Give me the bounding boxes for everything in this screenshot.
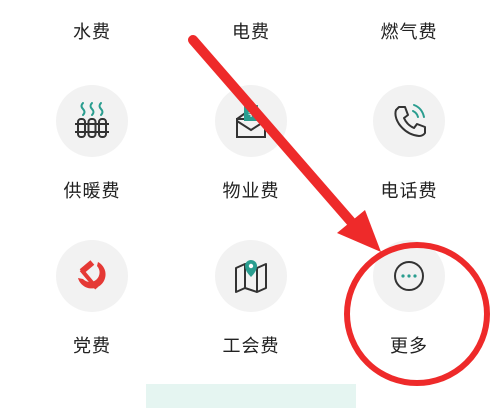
map-pin-icon [215,240,287,312]
more-icon [373,240,445,312]
service-label: 燃气费 [380,22,438,43]
service-label: 党费 [73,336,111,357]
hammer-sickle-icon [56,240,128,312]
service-label: 工会费 [222,336,280,357]
property-payment-icon: ¥ [215,85,287,157]
service-label: 电话费 [380,181,438,202]
blurred-region [146,384,356,408]
service-heating[interactable]: 供暖费 [12,85,172,225]
service-label: 物业费 [222,181,280,202]
service-more[interactable]: 更多 [329,240,489,380]
service-property[interactable]: ¥ 物业费 [171,85,331,225]
service-label: 电费 [232,22,270,43]
service-party-fee[interactable]: 党费 [12,240,172,380]
phone-icon [373,85,445,157]
svg-text:¥: ¥ [248,109,254,120]
service-label: 更多 [390,336,428,357]
radiator-icon [56,85,128,157]
service-union-fee[interactable]: 工会费 [171,240,331,380]
service-label: 水费 [73,22,111,43]
service-label: 供暖费 [63,181,121,202]
service-phone[interactable]: 电话费 [329,85,489,225]
